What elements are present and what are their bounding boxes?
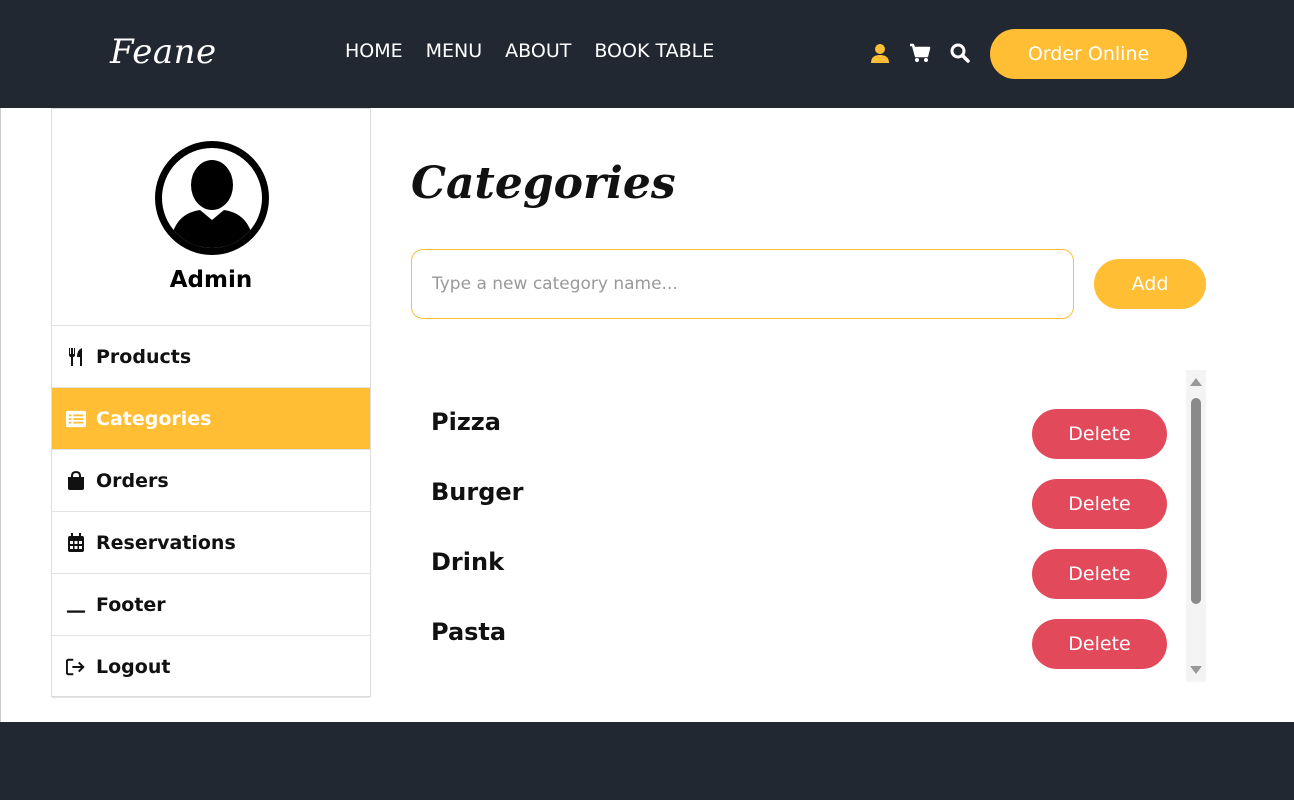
sidebar-item-categories[interactable]: Categories [52,388,370,450]
content-area: Admin Products Categories Orders Reserva… [0,108,1294,722]
sidebar-item-label: Categories [96,407,212,430]
profile-name: Admin [169,267,253,293]
utensils-icon [66,347,86,367]
sidebar-item-label: Orders [96,469,169,492]
user-icon[interactable] [869,42,891,64]
sidebar-item-reservations[interactable]: Reservations [52,512,370,574]
sidebar-item-products[interactable]: Products [52,326,370,388]
category-name: Pasta [431,618,507,646]
nav-about-link[interactable]: ABOUT [505,40,571,62]
scroll-up-arrow-icon[interactable] [1190,378,1202,386]
add-category-button[interactable]: Add [1094,259,1206,309]
nav-home-link[interactable]: HOME [345,40,403,62]
nav-menu-link[interactable]: MENU [426,40,483,62]
list-scrollbar[interactable] [1186,370,1206,682]
cart-icon[interactable] [909,42,931,64]
sidebar-item-logout[interactable]: Logout [52,636,370,698]
search-icon[interactable] [949,42,971,64]
list-item: Burger Delete [411,441,1191,529]
list-item: Pizza Delete [411,371,1191,459]
shopping-bag-icon [66,470,86,491]
delete-button[interactable]: Delete [1032,619,1167,669]
scroll-thumb[interactable] [1191,398,1201,604]
category-name: Pizza [431,408,501,436]
list-icon [66,409,86,429]
footer-band [0,722,1294,800]
sidebar-item-footer[interactable]: Footer [52,574,370,636]
list-item: Pasta Delete [411,581,1191,669]
sidebar-item-label: Products [96,345,192,368]
sidebar-item-orders[interactable]: Orders [52,450,370,512]
main-nav: HOME MENU ABOUT BOOK TABLE [345,40,737,62]
nav-book-table-link[interactable]: BOOK TABLE [594,40,714,62]
sidebar-item-label: Logout [96,655,171,678]
calendar-icon [66,532,86,553]
sidebar-item-label: Footer [96,593,166,616]
logout-icon [66,657,86,677]
category-list: Pizza Delete Burger Delete Drink Delete … [411,371,1206,681]
category-name-input[interactable] [411,249,1074,319]
list-item: Drink Delete [411,511,1191,599]
page-title: Categories [411,158,676,209]
category-name: Drink [431,548,505,576]
admin-sidebar: Admin Products Categories Orders Reserva… [51,108,371,698]
sidebar-item-label: Reservations [96,531,236,554]
scroll-down-arrow-icon[interactable] [1190,666,1202,674]
user-silhouette-icon [170,160,254,248]
profile-card: Admin [52,109,370,326]
brand-logo[interactable]: Feane [110,32,217,72]
order-online-button[interactable]: Order Online [990,29,1187,79]
category-name: Burger [431,478,524,506]
underline-icon [66,595,86,615]
avatar [155,141,269,255]
site-header: Feane HOME MENU ABOUT BOOK TABLE Order O… [0,0,1294,108]
